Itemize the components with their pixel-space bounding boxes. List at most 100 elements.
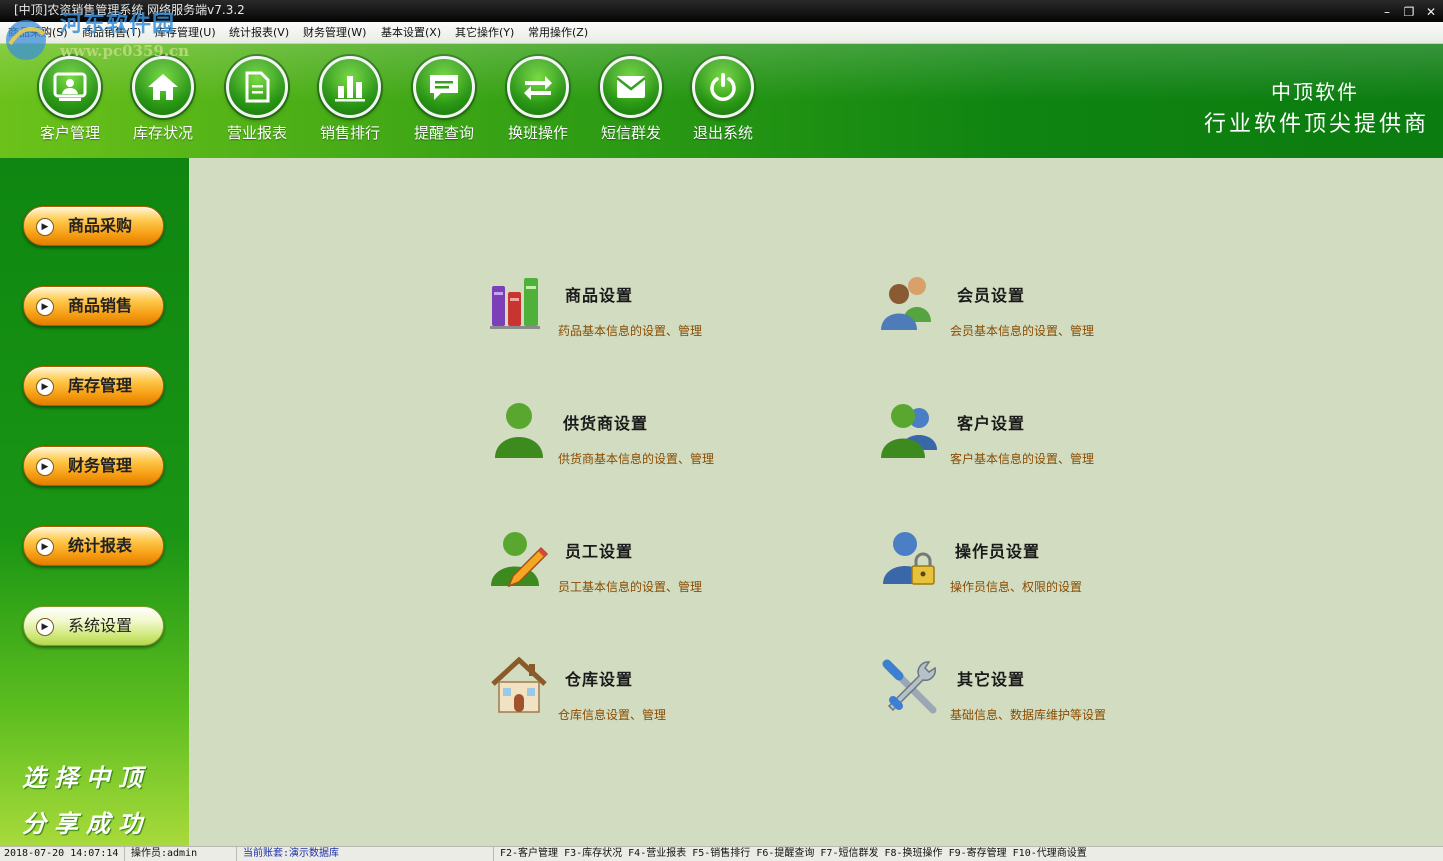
status-bar: 2018-07-20 14:07:14 操作员:admin 当前账套:演示数据库…	[0, 846, 1443, 861]
sidebar-item-system-settings[interactable]: ▶ 系统设置	[23, 606, 164, 646]
supplier-user-icon	[495, 403, 543, 458]
customer-settings[interactable]: 客户设置 客户基本信息的设置、管理	[879, 400, 1239, 480]
power-icon	[692, 56, 754, 118]
toolbar-exit-button[interactable]: 退出系统	[678, 56, 768, 143]
brand-tagline: 行业软件顶尖提供商	[1203, 112, 1429, 137]
customer-icon	[39, 56, 101, 118]
menu-finance[interactable]: 财务管理(W)	[303, 22, 366, 44]
toolbar-label: 换班操作	[507, 124, 568, 142]
restore-button[interactable]: ❐	[1403, 2, 1415, 22]
sidebar-item-reports[interactable]: ▶ 统计报表	[23, 526, 164, 566]
toolbar-stock-button[interactable]: 库存状况	[118, 56, 208, 143]
member-settings[interactable]: 会员设置 会员基本信息的设置、管理	[879, 272, 1239, 352]
setting-title: 员工设置	[565, 542, 634, 561]
toolbar-label: 客户管理	[39, 124, 100, 142]
status-operator: 操作员:admin	[127, 847, 237, 861]
toolbar-label: 销售排行	[319, 124, 380, 142]
play-icon: ▶	[36, 298, 54, 316]
setting-title: 操作员设置	[955, 542, 1041, 561]
sidebar-item-label: 库存管理	[68, 376, 133, 395]
watermark-text: 河东软件园	[60, 11, 176, 37]
title-bar: [中顶]农资销售管理系统 网络服务端v7.3.2 – ❐ ✕	[0, 0, 1443, 22]
setting-desc: 客户基本信息的设置、管理	[950, 452, 1095, 466]
toolbar-reminder-button[interactable]: 提醒查询	[399, 56, 489, 143]
setting-title: 客户设置	[957, 414, 1026, 433]
operator-lock-icon	[883, 532, 935, 585]
sidebar-item-label: 统计报表	[68, 536, 133, 555]
slogan-line-1: 选择中顶	[22, 763, 150, 792]
setting-title: 供货商设置	[563, 414, 649, 433]
message-icon	[413, 56, 475, 118]
status-datetime: 2018-07-20 14:07:14	[0, 847, 125, 861]
supplier-settings[interactable]: 供货商设置 供货商基本信息的设置、管理	[489, 400, 849, 480]
play-icon: ▶	[36, 218, 54, 236]
toolbar-customer-button[interactable]: 客户管理	[25, 56, 115, 143]
play-icon: ▶	[36, 538, 54, 556]
swap-arrows-icon	[507, 56, 569, 118]
sidebar-item-inventory[interactable]: ▶ 库存管理	[23, 366, 164, 406]
members-icon	[881, 277, 931, 330]
menu-other[interactable]: 其它操作(Y)	[455, 22, 514, 44]
watermark-logo-icon	[6, 20, 46, 60]
employee-settings[interactable]: 员工设置 员工基本信息的设置、管理	[489, 528, 849, 608]
sidebar-item-label: 系统设置	[68, 616, 133, 635]
minimize-button[interactable]: –	[1381, 2, 1393, 22]
setting-title: 商品设置	[565, 286, 634, 305]
toolbar-shift-button[interactable]: 换班操作	[493, 56, 583, 143]
document-icon	[226, 56, 288, 118]
slogan-line-2: 分享成功	[22, 809, 150, 838]
setting-desc: 员工基本信息的设置、管理	[558, 580, 703, 594]
customer-users-icon	[881, 404, 937, 458]
play-icon: ▶	[36, 618, 54, 636]
sidebar-item-sales[interactable]: ▶ 商品销售	[23, 286, 164, 326]
play-icon: ▶	[36, 458, 54, 476]
toolbar-ranking-button[interactable]: 销售排行	[305, 56, 395, 143]
setting-title: 其它设置	[957, 670, 1026, 689]
menu-reports[interactable]: 统计报表(V)	[229, 22, 289, 44]
sidebar-item-purchase[interactable]: ▶ 商品采购	[23, 206, 164, 246]
setting-desc: 基础信息、数据库维护等设置	[950, 708, 1107, 722]
toolbar-label: 营业报表	[226, 124, 287, 142]
toolbar: 客户管理 库存状况 营业报表 销售排行 提醒查询 换班操作 短信群发 退出系统 …	[0, 44, 1443, 158]
status-account: 当前账套:演示数据库	[239, 847, 494, 861]
sidebar-item-label: 商品销售	[68, 296, 133, 315]
sidebar-item-label: 商品采购	[68, 216, 133, 235]
envelope-icon	[600, 56, 662, 118]
books-icon	[490, 278, 540, 329]
other-settings[interactable]: 其它设置 基础信息、数据库维护等设置	[879, 656, 1239, 736]
warehouse-house-icon	[491, 656, 547, 713]
status-shortcuts: F2-客户管理 F3-库存状况 F4-营业报表 F5-销售排行 F6-提醒查询 …	[500, 848, 1087, 859]
operator-settings[interactable]: 操作员设置 操作员信息、权限的设置	[879, 528, 1239, 608]
toolbar-sms-button[interactable]: 短信群发	[586, 56, 676, 143]
sidebar: ▶ 商品采购 ▶ 商品销售 ▶ 库存管理 ▶ 财务管理 ▶ 统计报表 ▶ 系统设…	[0, 158, 189, 846]
setting-title: 仓库设置	[565, 670, 634, 689]
watermark-url: www.pc0359.cn	[60, 42, 190, 60]
bar-chart-icon	[319, 56, 381, 118]
setting-desc: 操作员信息、权限的设置	[950, 580, 1083, 594]
close-button[interactable]: ✕	[1425, 2, 1437, 22]
play-icon: ▶	[36, 378, 54, 396]
home-icon	[132, 56, 194, 118]
setting-desc: 药品基本信息的设置、管理	[558, 324, 703, 338]
toolbar-label: 退出系统	[692, 124, 753, 142]
toolbar-label: 短信群发	[600, 124, 661, 142]
menu-bar: 商品采购(S) 商品销售(T) 库存管理(U) 统计报表(V) 财务管理(W) …	[0, 22, 1443, 44]
menu-common[interactable]: 常用操作(Z)	[528, 22, 588, 44]
setting-desc: 供货商基本信息的设置、管理	[558, 452, 715, 466]
tools-icon	[882, 659, 937, 714]
warehouse-settings[interactable]: 仓库设置 仓库信息设置、管理	[489, 656, 849, 736]
setting-desc: 仓库信息设置、管理	[558, 708, 667, 722]
product-settings[interactable]: 商品设置 药品基本信息的设置、管理	[489, 272, 849, 352]
window-controls: – ❐ ✕	[1381, 2, 1437, 22]
settings-panel: 商品设置 药品基本信息的设置、管理 会员设置 会员基本信息的设置、管理 供货商设…	[189, 158, 1443, 846]
setting-desc: 会员基本信息的设置、管理	[950, 324, 1095, 338]
brand-name: 中顶软件	[1271, 80, 1359, 104]
menu-basic-settings[interactable]: 基本设置(X)	[381, 22, 441, 44]
employee-edit-icon	[491, 532, 549, 588]
toolbar-label: 库存状况	[132, 124, 193, 142]
toolbar-report-button[interactable]: 营业报表	[212, 56, 302, 143]
toolbar-label: 提醒查询	[413, 124, 474, 142]
setting-title: 会员设置	[957, 286, 1026, 305]
sidebar-item-finance[interactable]: ▶ 财务管理	[23, 446, 164, 486]
sidebar-item-label: 财务管理	[68, 456, 133, 475]
